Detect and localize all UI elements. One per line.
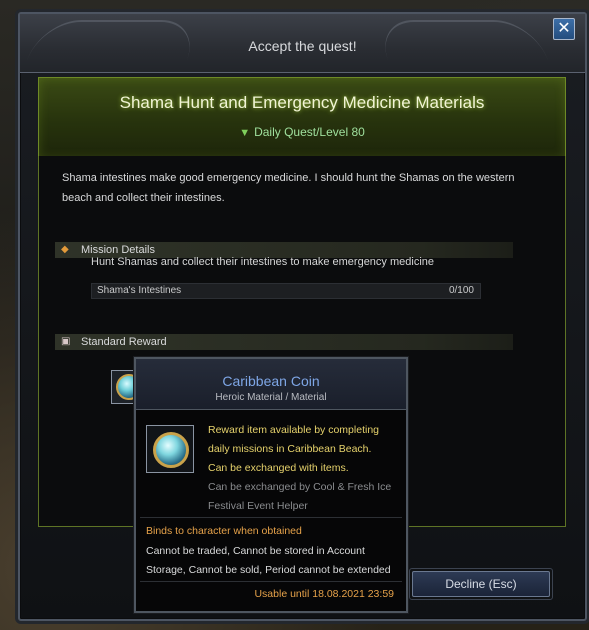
tooltip-usable-until: Usable until 18.08.2021 23:59 (254, 588, 394, 600)
tooltip-desc-line2: Can be exchanged with items. (208, 462, 349, 474)
standard-reward-label: Standard Reward (81, 336, 167, 348)
item-tooltip: Caribbean Coin Heroic Material / Materia… (134, 357, 408, 613)
tooltip-item-category: Heroic Material / Material (215, 392, 327, 403)
chest-icon: ▣ (61, 336, 71, 347)
objective-row: Shama's Intestines 0/100 (91, 283, 481, 299)
dialog-titlebar: Accept the quest! ✕ (20, 14, 585, 73)
quest-description: Shama intestines make good emergency med… (62, 172, 515, 204)
tooltip-divider (140, 517, 402, 518)
objective-name: Shama's Intestines (97, 285, 182, 296)
tooltip-divider (140, 581, 402, 582)
quest-type: ▼ Daily Quest/Level 80 (39, 125, 565, 139)
dialog-title: Accept the quest! (248, 38, 357, 54)
tooltip-desc-line3: Can be exchanged by Cool & Fresh Ice Fes… (208, 481, 392, 512)
objective-progress: 0/100 (448, 285, 474, 296)
close-button[interactable]: ✕ (553, 18, 575, 40)
diamond-icon: ◆ (61, 244, 69, 255)
quest-type-label: Daily Quest/Level 80 (254, 125, 365, 139)
tooltip-bind-text: Binds to character when obtained (146, 525, 302, 537)
standard-reward-header: ▣ Standard Reward (55, 334, 513, 350)
quest-title: Shama Hunt and Emergency Medicine Materi… (119, 93, 485, 112)
decline-button[interactable]: Decline (Esc) (409, 568, 553, 600)
tooltip-restrictions: Cannot be traded, Cannot be stored in Ac… (146, 545, 391, 576)
caribbean-coin-icon (153, 432, 189, 468)
tooltip-item-icon-box (146, 425, 194, 473)
mission-text: Hunt Shamas and collect their intestines… (91, 256, 435, 268)
tooltip-item-name: Caribbean Coin (222, 373, 320, 389)
quest-header: Shama Hunt and Emergency Medicine Materi… (38, 77, 566, 159)
tooltip-description: Reward item available by completing dail… (208, 421, 398, 516)
triangle-down-icon: ▼ (239, 127, 251, 139)
tooltip-header: Caribbean Coin Heroic Material / Materia… (136, 359, 406, 410)
tooltip-desc-line1: Reward item available by completing dail… (208, 424, 379, 455)
